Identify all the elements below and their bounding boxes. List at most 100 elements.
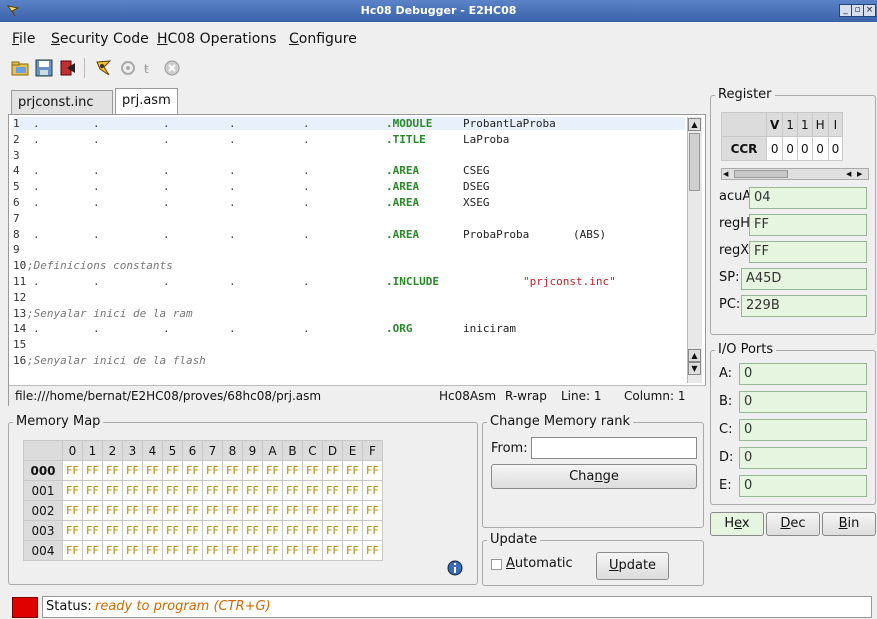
stop-icon[interactable] xyxy=(162,58,182,78)
memory-cell[interactable]: FF xyxy=(142,500,163,521)
memory-cell[interactable]: FF xyxy=(322,540,343,561)
memory-cell[interactable]: FF xyxy=(302,480,323,501)
memory-cell[interactable]: FF xyxy=(122,480,143,501)
menu-file[interactable]: File xyxy=(12,31,35,47)
program-chip-icon[interactable] xyxy=(94,58,114,78)
scroll-down-icon[interactable]: ▼ xyxy=(688,362,701,375)
memory-cell[interactable]: FF xyxy=(162,460,183,481)
memory-cell[interactable]: FF xyxy=(322,520,343,541)
memory-cell[interactable]: FF xyxy=(102,520,123,541)
memory-cell[interactable]: FF xyxy=(282,480,303,501)
memory-cell[interactable]: FF xyxy=(242,480,263,501)
memory-cell[interactable]: FF xyxy=(202,460,223,481)
scroll-thumb[interactable] xyxy=(734,170,788,178)
memory-cell[interactable]: FF xyxy=(342,500,363,521)
code-line[interactable]: 10 ;Definicions constants xyxy=(13,259,685,272)
ccr-bit-value[interactable]: 0 xyxy=(827,136,844,161)
editor-vertical-scrollbar[interactable]: ▲ ▲ ▼ xyxy=(687,117,702,383)
memory-cell[interactable]: FF xyxy=(82,520,103,541)
menu-hc08-operations[interactable]: HC08 Operations xyxy=(157,31,277,47)
from-input[interactable] xyxy=(531,437,697,459)
automatic-label[interactable]: Automatic xyxy=(506,556,573,571)
memory-cell[interactable]: FF xyxy=(202,500,223,521)
memory-cell[interactable]: FF xyxy=(62,520,83,541)
ccr-bit-value[interactable]: 0 xyxy=(811,136,829,161)
memory-cell[interactable]: FF xyxy=(302,460,323,481)
memory-cell[interactable]: FF xyxy=(222,460,243,481)
ccr-bit-value[interactable]: 0 xyxy=(765,136,784,161)
run-icon[interactable] xyxy=(118,58,138,78)
memory-cell[interactable]: FF xyxy=(162,500,183,521)
code-area[interactable]: 1..... .MODULE ProbantLaProba 2..... .TITLE L… xyxy=(13,117,685,379)
open-folder-icon[interactable] xyxy=(10,58,30,78)
exit-icon[interactable] xyxy=(58,58,78,78)
code-editor[interactable]: 1..... .MODULE ProbantLaProba 2..... .TITLE L… xyxy=(8,114,706,406)
memory-cell[interactable]: FF xyxy=(82,500,103,521)
memory-cell[interactable]: FF xyxy=(102,480,123,501)
memory-cell[interactable]: FF xyxy=(202,480,223,501)
update-button[interactable]: Update xyxy=(596,552,669,580)
automatic-checkbox[interactable] xyxy=(491,559,502,570)
memory-cell[interactable]: FF xyxy=(362,500,383,521)
save-icon[interactable] xyxy=(34,58,54,78)
memory-cell[interactable]: FF xyxy=(222,500,243,521)
code-line[interactable]: 3 xyxy=(13,149,685,162)
memory-cell[interactable]: FF xyxy=(322,460,343,481)
memory-cell[interactable]: FF xyxy=(242,500,263,521)
ccr-bit-value[interactable]: 0 xyxy=(796,136,813,161)
scroll-up-icon[interactable]: ▲ xyxy=(688,349,701,362)
memory-cell[interactable]: FF xyxy=(302,520,323,541)
memory-cell[interactable]: FF xyxy=(222,480,243,501)
memory-cell[interactable]: FF xyxy=(262,540,283,561)
code-line[interactable]: 14..... .ORG iniciram xyxy=(13,322,685,335)
memory-cell[interactable]: FF xyxy=(62,540,83,561)
code-line[interactable]: 8..... .AREA ProbaProba (ABS) xyxy=(13,228,685,241)
memory-cell[interactable]: FF xyxy=(362,540,383,561)
code-line[interactable]: 9 xyxy=(13,243,685,256)
menu-security-code[interactable]: Security Code xyxy=(51,31,149,47)
memory-cell[interactable]: FF xyxy=(122,520,143,541)
memory-cell[interactable]: FF xyxy=(302,500,323,521)
memory-cell[interactable]: FF xyxy=(342,480,363,501)
port-field-b[interactable]: 0 xyxy=(739,391,867,413)
memory-cell[interactable]: FF xyxy=(82,540,103,561)
memory-cell[interactable]: FF xyxy=(162,540,183,561)
code-line[interactable]: 1..... .MODULE ProbantLaProba xyxy=(13,117,685,130)
memory-cell[interactable]: FF xyxy=(62,460,83,481)
memory-cell[interactable]: FF xyxy=(122,500,143,521)
memory-cell[interactable]: FF xyxy=(342,540,363,561)
memory-cell[interactable]: FF xyxy=(142,520,163,541)
memory-cell[interactable]: FF xyxy=(162,520,183,541)
memory-cell[interactable]: FF xyxy=(222,540,243,561)
port-field-d[interactable]: 0 xyxy=(739,447,867,469)
scroll-left-icon[interactable]: ◀ xyxy=(723,169,733,179)
memory-cell[interactable]: FF xyxy=(362,520,383,541)
scroll-left-icon[interactable]: ◀ xyxy=(846,169,856,179)
memory-cell[interactable]: FF xyxy=(282,540,303,561)
port-field-a[interactable]: 0 xyxy=(739,363,867,385)
scroll-up-icon[interactable]: ▲ xyxy=(688,118,701,131)
port-field-c[interactable]: 0 xyxy=(739,419,867,441)
code-line[interactable]: 4..... .AREA CSEG xyxy=(13,164,685,177)
memory-cell[interactable]: FF xyxy=(102,460,123,481)
memory-cell[interactable]: FF xyxy=(242,460,263,481)
scroll-thumb[interactable] xyxy=(689,133,700,191)
memory-cell[interactable]: FF xyxy=(142,460,163,481)
memory-cell[interactable]: FF xyxy=(222,520,243,541)
memory-cell[interactable]: FF xyxy=(362,480,383,501)
memory-cell[interactable]: FF xyxy=(142,480,163,501)
memory-cell[interactable]: FF xyxy=(82,480,103,501)
memory-cell[interactable]: FF xyxy=(282,500,303,521)
memory-cell[interactable]: FF xyxy=(262,460,283,481)
code-line[interactable]: 5..... .AREA DSEG xyxy=(13,180,685,193)
register-field-pc[interactable]: 229B xyxy=(741,295,867,317)
register-field-regx[interactable]: FF xyxy=(749,241,867,263)
code-line[interactable]: 7 xyxy=(13,212,685,225)
bin-button[interactable]: Bin xyxy=(822,512,876,536)
memory-cell[interactable]: FF xyxy=(262,520,283,541)
code-line[interactable]: 6..... .AREA XSEG xyxy=(13,196,685,209)
memory-cell[interactable]: FF xyxy=(82,460,103,481)
memory-cell[interactable]: FF xyxy=(342,460,363,481)
tab-prjconst-inc[interactable]: prjconst.inc xyxy=(11,90,113,114)
memory-cell[interactable]: FF xyxy=(202,540,223,561)
